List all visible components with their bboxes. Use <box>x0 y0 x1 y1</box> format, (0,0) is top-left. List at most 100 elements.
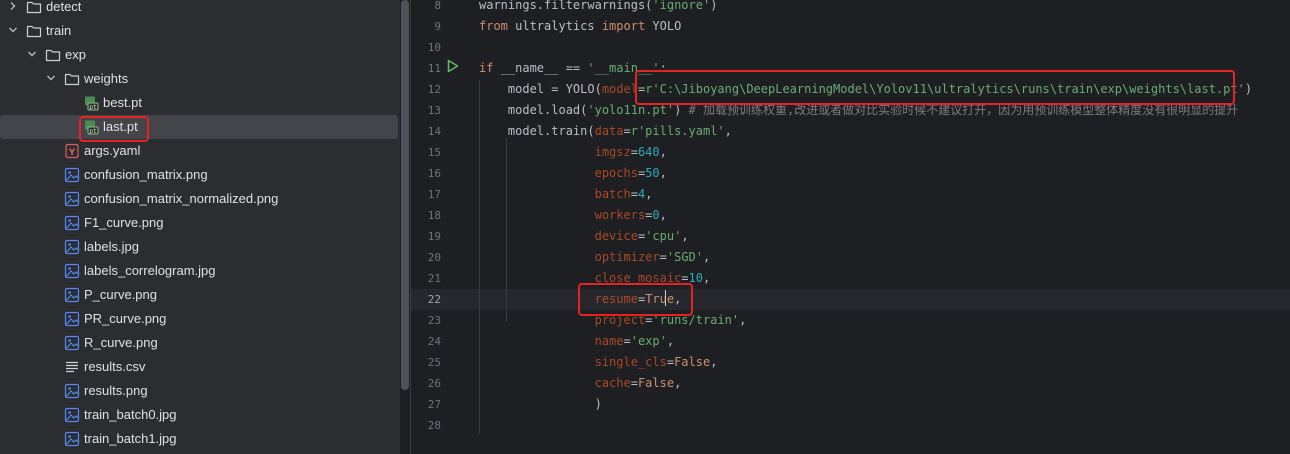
line-number: 24 <box>427 335 441 348</box>
line-number: 28 <box>427 419 441 432</box>
tree-item[interactable]: results.png <box>0 379 398 403</box>
indent-guide <box>479 80 480 434</box>
chevron-down-icon[interactable] <box>46 67 58 91</box>
tree-item[interactable]: labels.jpg <box>0 235 398 259</box>
tree-item[interactable]: F1_curve.png <box>0 211 398 235</box>
code-line[interactable]: imgsz=640, <box>479 142 667 163</box>
image-file-icon <box>64 335 80 351</box>
image-file-icon <box>64 191 80 207</box>
line-number: 19 <box>427 230 441 243</box>
tree-item-label: train <box>46 23 72 38</box>
code-line[interactable]: from ultralytics import YOLO <box>479 16 681 37</box>
tree-item-label: P_curve.png <box>84 287 157 302</box>
image-file-icon <box>64 407 80 423</box>
tree-item[interactable]: train <box>0 19 398 43</box>
code-line[interactable]: ) <box>479 394 602 415</box>
tree-item-label: labels.jpg <box>84 239 139 254</box>
chevron-down-icon[interactable] <box>27 43 39 67</box>
line-number: 13 <box>427 104 441 117</box>
line-number: 10 <box>427 41 441 54</box>
tree-item-label: labels_correlogram.jpg <box>84 263 216 278</box>
line-number: 21 <box>427 272 441 285</box>
tree-item[interactable]: weights <box>0 67 398 91</box>
code-line[interactable]: optimizer='SGD', <box>479 247 711 268</box>
chevron-right-icon[interactable] <box>8 0 20 19</box>
tree-item-label: weights <box>84 71 129 86</box>
line-number: 26 <box>427 377 441 390</box>
image-file-icon <box>64 383 80 399</box>
tree-item-label: results.png <box>84 383 148 398</box>
tree-scrollbar[interactable] <box>401 0 409 390</box>
tree-item[interactable]: train_batch1.jpg <box>0 427 398 451</box>
tree-item-label: confusion_matrix_normalized.png <box>84 191 279 206</box>
run-icon[interactable] <box>447 59 459 73</box>
code-line[interactable]: warnings.filterwarnings('ignore') <box>479 0 717 16</box>
tree-item-label: args.yaml <box>84 143 141 158</box>
indent-guide <box>506 138 507 322</box>
code-line[interactable]: batch=4, <box>479 184 653 205</box>
image-file-icon <box>64 239 80 255</box>
line-number: 16 <box>427 167 441 180</box>
image-file-icon <box>64 215 80 231</box>
tree-item[interactable]: train_batch0.jpg <box>0 403 398 427</box>
line-number: 22 <box>427 293 441 306</box>
tree-item-label: train_batch1.jpg <box>84 431 177 446</box>
folder-icon <box>45 47 61 63</box>
tree-item-label: confusion_matrix.png <box>84 167 208 182</box>
line-number: 20 <box>427 251 441 264</box>
code-line[interactable]: workers=0, <box>479 205 667 226</box>
svg-text:Y: Y <box>68 148 76 158</box>
annotation-box <box>578 283 693 316</box>
tree-item[interactable]: pt best.pt <box>0 91 398 115</box>
tree-item[interactable]: labels_correlogram.jpg <box>0 259 398 283</box>
tree-item-label: exp <box>65 47 86 62</box>
code-line[interactable]: model.train(data=r'pills.yaml', <box>479 121 732 142</box>
annotation-box <box>635 70 1235 105</box>
tree-item-label: train_batch0.jpg <box>84 407 177 422</box>
tree-item-label: results.csv <box>84 359 146 374</box>
yaml-file-icon: Y <box>64 143 80 159</box>
line-number: 14 <box>427 125 441 138</box>
folder-icon <box>64 71 80 87</box>
code-line[interactable]: epochs=50, <box>479 163 667 184</box>
tree-item[interactable]: detect <box>0 0 398 19</box>
line-number: 12 <box>427 83 441 96</box>
code-editor[interactable]: 8 9 10 11 12 13 14 15 16 17 18 19 20 21 22 23 24 25 26 27 28… <box>411 0 1290 454</box>
line-number: 18 <box>427 209 441 222</box>
tree-item-label: best.pt <box>103 95 143 110</box>
line-number: 23 <box>427 314 441 327</box>
tree-item[interactable]: exp <box>0 43 398 67</box>
code-line[interactable]: cache=False, <box>479 373 682 394</box>
svg-text:pt: pt <box>89 104 97 111</box>
tree-item[interactable]: pt last.pt <box>0 115 398 142</box>
line-number: 25 <box>427 356 441 369</box>
folder-icon <box>26 23 42 39</box>
folder-icon <box>26 0 42 15</box>
code-line[interactable]: device='cpu', <box>479 226 689 247</box>
line-number: 8 <box>434 0 441 12</box>
image-file-icon <box>64 431 80 447</box>
tree-item[interactable]: PR_curve.png <box>0 307 398 331</box>
tree-item-label: F1_curve.png <box>84 215 164 230</box>
tree-item[interactable]: P_curve.png <box>0 283 398 307</box>
tree-item[interactable]: Yargs.yaml <box>0 139 398 163</box>
pt-file-icon: pt <box>83 95 99 111</box>
code-line[interactable]: single_cls=False, <box>479 352 718 373</box>
text-file-icon <box>64 359 80 375</box>
line-number: 11 <box>427 62 441 75</box>
tree-item[interactable]: confusion_matrix_normalized.png <box>0 187 398 211</box>
image-file-icon <box>64 311 80 327</box>
image-file-icon <box>64 263 80 279</box>
tree-item[interactable]: R_curve.png <box>0 331 398 355</box>
tree-item[interactable]: results.csv <box>0 355 398 379</box>
text-caret <box>665 290 666 306</box>
tree-item[interactable]: confusion_matrix.png <box>0 163 398 187</box>
line-number: 9 <box>434 20 441 33</box>
line-number: 15 <box>427 146 441 159</box>
chevron-down-icon[interactable] <box>8 19 20 43</box>
code-line[interactable]: name='exp', <box>479 331 675 352</box>
line-number: 27 <box>427 398 441 411</box>
project-tree: detect train exp weights pt best.pt pt last.pt Y… <box>0 0 400 454</box>
tree-item-label: PR_curve.png <box>84 311 167 326</box>
image-file-icon <box>64 287 80 303</box>
